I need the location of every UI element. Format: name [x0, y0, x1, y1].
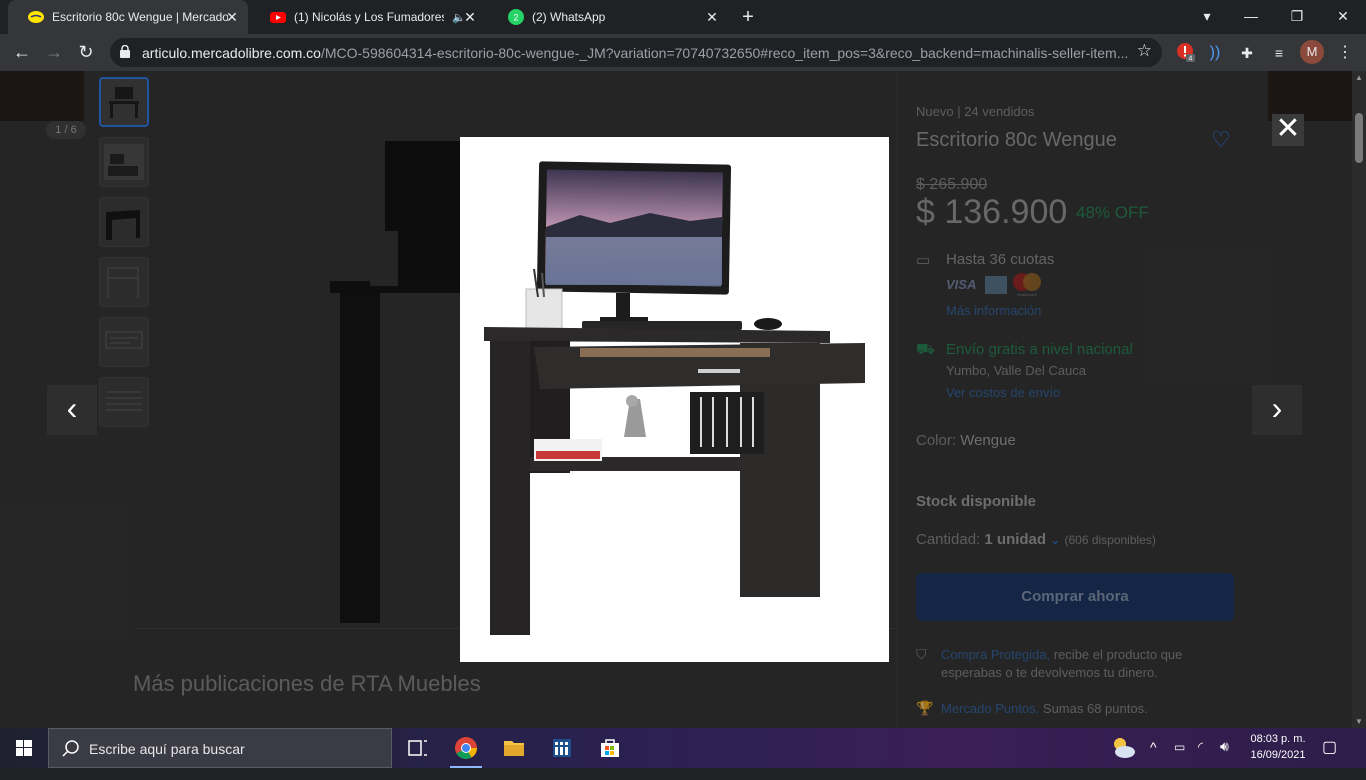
page-viewport: 1 / 6 Más publicaciones de RTA Muebles N… [0, 71, 1352, 728]
profile-avatar[interactable]: M [1300, 40, 1324, 64]
tab-whatsapp[interactable]: 2 (2) WhatsApp ✕ [488, 0, 728, 34]
mercadolibre-icon [28, 11, 44, 23]
browser-toolbar: ← → ↻ articulo.mercadolibre.com.co/MCO-5… [0, 34, 1366, 71]
clock-date: 16/09/2021 [1250, 749, 1306, 761]
extension-alert-icon[interactable]: 4 [1174, 42, 1196, 64]
taskbar-store[interactable] [586, 728, 634, 768]
tab-search-icon[interactable]: ▾ [1184, 0, 1230, 34]
wifi-icon[interactable]: ◜ [1198, 739, 1203, 779]
battery-icon[interactable]: ▭ [1174, 740, 1185, 780]
close-lightbox-button[interactable]: ✕ [1272, 114, 1304, 146]
clock-time: 08:03 p. m. [1250, 733, 1306, 745]
page-scrollbar[interactable]: ▲ ▼ [1352, 71, 1366, 728]
search-placeholder: Escribe aquí para buscar [89, 741, 245, 757]
youtube-icon [270, 12, 286, 23]
reload-button[interactable]: ↻ [74, 40, 98, 64]
url-text: articulo.mercadolibre.com.co/MCO-5986043… [142, 45, 1132, 61]
tab-title: (2) WhatsApp [532, 10, 606, 24]
taskbar-calculator-app[interactable] [538, 728, 586, 768]
lock-icon [120, 45, 130, 58]
minimize-button[interactable]: — [1228, 0, 1274, 34]
new-tab-button[interactable]: + [737, 6, 759, 28]
media-control-icon[interactable]: ≡ [1268, 42, 1290, 64]
weather-icon[interactable] [1108, 728, 1138, 768]
taskbar-file-explorer[interactable] [490, 728, 538, 768]
menu-kebab-icon[interactable]: ⋮ [1334, 42, 1356, 64]
taskbar-clock[interactable]: 08:03 p. m. 16/09/2021 [1240, 731, 1316, 763]
scroll-up-icon[interactable]: ▲ [1355, 73, 1363, 82]
url-host: articulo.mercadolibre.com.co [142, 45, 321, 61]
maximize-button[interactable]: ❐ [1274, 0, 1320, 34]
search-icon [62, 740, 79, 757]
chrome-icon [455, 737, 477, 759]
tab-title: Escritorio 80c Wengue | Mercado [52, 10, 228, 24]
chevron-up-icon[interactable]: ^ [1150, 739, 1157, 779]
partly-cloudy-icon [1114, 738, 1135, 758]
puzzle-extensions-icon[interactable]: ✚ [1236, 42, 1258, 64]
bookmark-star-icon[interactable]: ☆ [1137, 41, 1152, 61]
store-bag-icon [601, 739, 619, 757]
close-window-button[interactable]: ✕ [1320, 0, 1366, 34]
extension-badge: 4 [1189, 56, 1193, 63]
notifications-icon[interactable]: ▢ [1322, 737, 1337, 777]
taskbar-chrome[interactable] [442, 728, 490, 768]
previous-image-button[interactable]: ‹ [47, 385, 97, 435]
next-image-button[interactable]: › [1252, 385, 1302, 435]
start-button[interactable] [0, 728, 48, 768]
tab-title: (1) Nicolás y Los Fumadores [294, 10, 444, 24]
address-bar[interactable]: articulo.mercadolibre.com.co/MCO-5986043… [110, 38, 1162, 67]
scroll-down-icon[interactable]: ▼ [1355, 717, 1363, 726]
task-view-button[interactable] [394, 728, 442, 768]
scrollbar-thumb[interactable] [1355, 113, 1363, 163]
svg-text:2: 2 [513, 13, 518, 23]
back-button[interactable]: ← [10, 40, 34, 64]
whatsapp-icon: 2 [508, 9, 524, 25]
browser-tab-bar: Escritorio 80c Wengue | Mercado ✕ (1) Ni… [0, 0, 1366, 34]
tab-close-icon[interactable]: ✕ [224, 9, 240, 25]
tab-close-icon[interactable]: ✕ [704, 9, 720, 25]
wave-extension-icon[interactable]: )) [1204, 42, 1226, 64]
shield-icon: 4 [1177, 43, 1195, 63]
taskbar-search[interactable]: Escribe aquí para buscar [48, 728, 392, 768]
tab-mercadolibre[interactable]: Escritorio 80c Wengue | Mercado ✕ [8, 0, 248, 34]
folder-icon [504, 741, 524, 756]
app-grid-icon [553, 739, 571, 757]
windows-taskbar: Escribe aquí para buscar ^ ▭ ◜ 🔊︎ 08:03 … [0, 728, 1366, 768]
volume-icon[interactable]: 🔊︎ [1220, 738, 1229, 778]
lightbox-image [460, 137, 889, 662]
desk-product-photo [470, 161, 865, 658]
tab-close-icon[interactable]: ✕ [462, 9, 478, 25]
tab-youtube[interactable]: (1) Nicolás y Los Fumadores 🔈 ✕ [250, 0, 486, 34]
windows-logo-icon [16, 740, 32, 756]
url-path: /MCO-598604314-escritorio-80c-wengue-_JM… [320, 45, 1129, 61]
forward-button[interactable]: → [42, 40, 66, 64]
task-view-icon [408, 740, 427, 756]
